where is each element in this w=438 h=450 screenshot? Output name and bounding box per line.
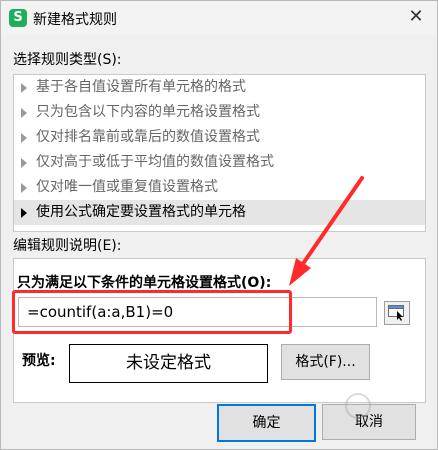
- annotation-arrow-icon: [289, 176, 364, 286]
